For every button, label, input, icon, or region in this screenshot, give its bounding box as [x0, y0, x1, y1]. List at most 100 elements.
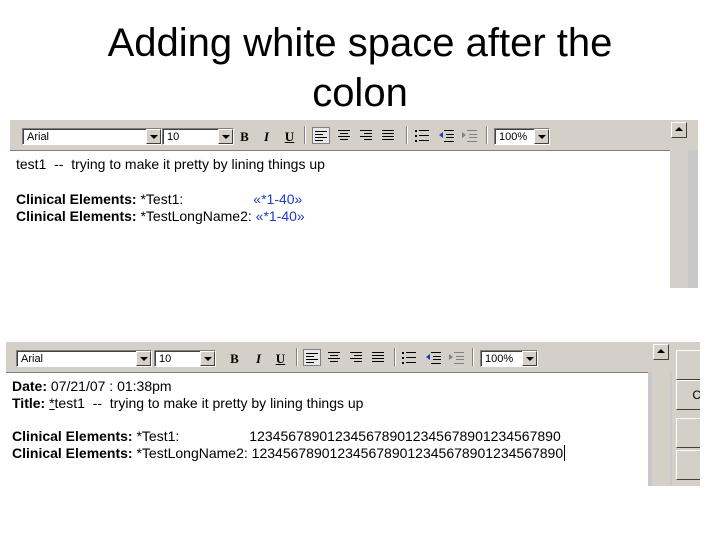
editor-screenshot-top: Arial 10 B I U 100% test1 -- trying to m… — [10, 120, 698, 288]
slide-title-line-2: colon — [312, 71, 408, 115]
editor-line: test1 -- trying to make it pretty by lin… — [16, 156, 325, 172]
text-cursor — [564, 445, 566, 461]
font-name-value: Arial — [27, 131, 50, 143]
bullet-list-button[interactable] — [413, 127, 431, 144]
clinical-elements-row: Clinical Elements: *TestLongName2: 12345… — [12, 445, 566, 461]
align-left-button[interactable] — [303, 349, 321, 366]
chevron-down-icon[interactable] — [146, 129, 161, 144]
justify-icon — [382, 130, 395, 142]
editor-screenshot-bottom: Arial 10 B I U 100% Date: 07/21/07: 01:… — [6, 342, 700, 486]
align-right-icon — [350, 352, 363, 364]
row-label: Clinical Elements: — [12, 428, 133, 444]
clinical-elements-row: Clinical Elements: *TestLongName2: «*1-4… — [16, 208, 305, 224]
increase-indent-button[interactable] — [447, 349, 465, 366]
align-center-icon — [338, 130, 351, 142]
italic-button[interactable]: I — [258, 128, 275, 145]
element-value: «*1-40» — [255, 208, 305, 224]
format-toolbar: Arial 10 B I U 100% — [10, 120, 698, 150]
font-size-select[interactable]: 10 — [154, 350, 216, 367]
element-name: *Test1: — [136, 191, 254, 207]
font-size-value: 10 — [167, 131, 180, 143]
align-right-icon — [360, 130, 373, 142]
underline-button[interactable]: U — [272, 350, 289, 367]
align-center-button[interactable] — [336, 127, 354, 144]
slide-title-line-1: Adding white space after the — [107, 21, 613, 65]
bold-button[interactable]: B — [226, 350, 243, 367]
clinical-elements-row: Clinical Elements: *Test1: «*1-40» — [16, 191, 302, 207]
zoom-value: 100% — [485, 353, 514, 365]
align-center-icon — [328, 352, 341, 364]
element-value: «*1-40» — [253, 191, 303, 207]
row-label: Clinical Elements: — [16, 191, 137, 207]
date-line: Date: 07/21/07 : 01:38pm — [12, 378, 172, 394]
side-button[interactable] — [676, 418, 700, 448]
increase-indent-icon — [462, 130, 477, 142]
align-right-button[interactable] — [348, 349, 366, 366]
decrease-indent-button[interactable] — [437, 127, 455, 144]
side-button[interactable] — [676, 350, 700, 380]
side-button[interactable] — [676, 450, 700, 480]
date-label: Date: — [12, 378, 48, 394]
toolbar-separator — [472, 348, 474, 366]
date-value: 07/21/07 : 01:38pm — [47, 378, 172, 394]
toolbar-separator — [486, 126, 488, 144]
font-name-select[interactable]: Arial — [22, 128, 162, 145]
font-size-value: 10 — [159, 353, 172, 365]
font-size-select[interactable]: 10 — [162, 128, 234, 145]
decrease-indent-icon — [426, 352, 441, 364]
chevron-down-icon[interactable] — [136, 351, 151, 366]
chevron-down-icon[interactable] — [218, 129, 233, 144]
slide-title: Adding white space after the colon — [40, 18, 680, 118]
justify-button[interactable] — [380, 127, 398, 144]
side-panel: C — [672, 342, 700, 486]
decrease-indent-icon — [439, 130, 454, 142]
element-name: *TestLongName2: — [132, 445, 252, 461]
align-center-button[interactable] — [326, 349, 344, 366]
increase-indent-button[interactable] — [460, 127, 478, 144]
decrease-indent-button[interactable] — [424, 349, 442, 366]
chevron-down-icon[interactable] — [522, 351, 537, 366]
format-toolbar: Arial 10 B I U 100% — [6, 342, 700, 372]
element-name: *TestLongName2: — [136, 208, 256, 224]
align-left-icon — [315, 131, 328, 143]
align-left-button[interactable] — [312, 127, 330, 144]
italic-button[interactable]: I — [250, 350, 267, 367]
bullet-list-icon — [415, 130, 429, 142]
underline-button[interactable]: U — [281, 128, 298, 145]
vertical-scrollbar[interactable] — [652, 342, 670, 486]
title-label: Title: — [12, 395, 46, 411]
increase-indent-icon — [449, 352, 464, 364]
title-text: test1 -- trying to make it pretty by lin… — [54, 395, 364, 411]
toolbar-separator — [406, 126, 408, 144]
justify-icon — [372, 352, 385, 364]
font-name-value: Arial — [21, 353, 44, 365]
zoom-select[interactable]: 100% — [480, 350, 538, 367]
editor-area[interactable]: Date: 07/21/07 : 01:38pm Title: *test1 -… — [6, 372, 648, 486]
vertical-scrollbar[interactable] — [670, 120, 688, 288]
element-value: 1234567890123456789012345678901234567890 — [251, 445, 564, 461]
element-value: 1234567890123456789012345678901234567890 — [249, 428, 561, 444]
align-right-button[interactable] — [358, 127, 376, 144]
toolbar-separator — [394, 348, 396, 366]
bold-button[interactable]: B — [236, 128, 253, 145]
chevron-down-icon[interactable] — [200, 351, 215, 366]
title-line: Title: *test1 -- trying to make it prett… — [12, 395, 363, 411]
toolbar-separator — [304, 126, 306, 144]
clinical-elements-row: Clinical Elements: *Test1: 1234567890123… — [12, 428, 561, 444]
justify-button[interactable] — [370, 349, 388, 366]
align-left-icon — [306, 353, 319, 365]
row-label: Clinical Elements: — [12, 445, 133, 461]
zoom-select[interactable]: 100% — [494, 128, 550, 145]
chevron-down-icon[interactable] — [534, 129, 549, 144]
scroll-up-button[interactable] — [653, 344, 669, 360]
side-button[interactable]: C — [676, 380, 700, 410]
row-label: Clinical Elements: — [16, 208, 137, 224]
element-name: *Test1: — [132, 428, 250, 444]
bullet-list-button[interactable] — [400, 349, 418, 366]
scroll-up-button[interactable] — [671, 122, 687, 138]
font-name-select[interactable]: Arial — [16, 350, 152, 367]
zoom-value: 100% — [499, 131, 528, 143]
editor-area[interactable]: test1 -- trying to make it pretty by lin… — [10, 150, 670, 288]
toolbar-separator — [296, 348, 298, 366]
bullet-list-icon — [402, 352, 416, 364]
